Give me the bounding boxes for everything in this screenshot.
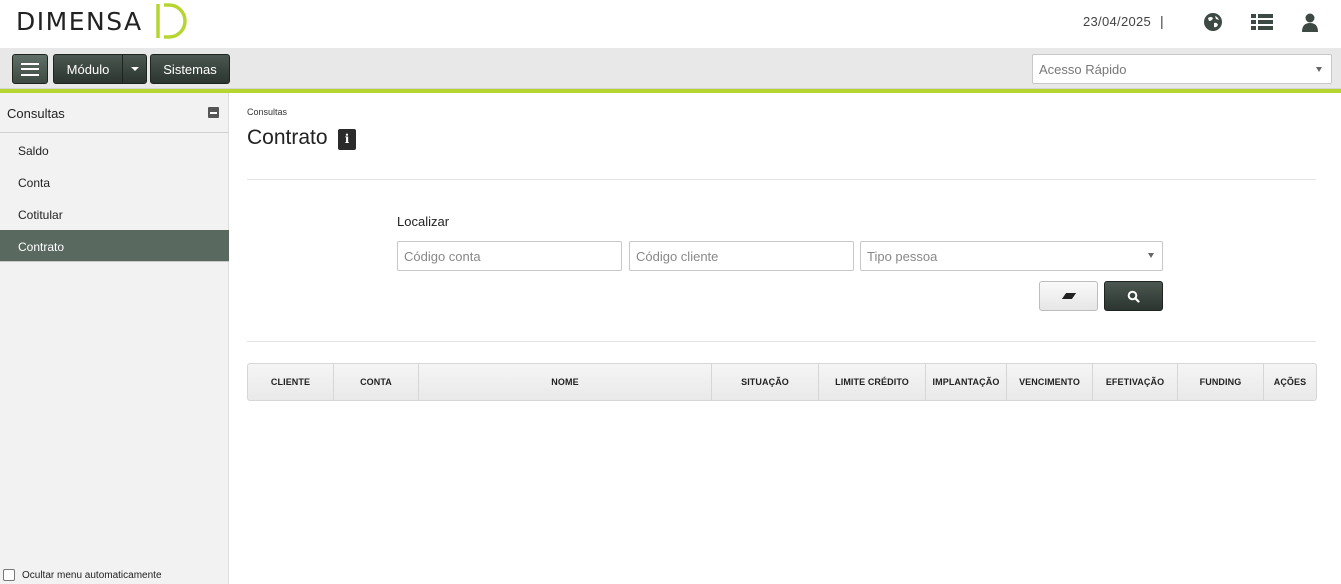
list-icon[interactable] [1251, 11, 1273, 33]
main-toolbar: Módulo Sistemas Acesso Rápido [0, 48, 1341, 89]
search-label: Localizar [397, 214, 450, 229]
hamburger-icon [21, 62, 39, 76]
header-separator: | [1160, 13, 1164, 29]
codigo-conta-input[interactable] [397, 241, 622, 271]
col-nome[interactable]: NOME [419, 364, 712, 400]
info-icon[interactable]: i [338, 129, 356, 150]
col-cliente[interactable]: CLIENTE [248, 364, 334, 400]
col-acoes: AÇÕES [1273, 377, 1307, 387]
current-date: 23/04/2025 [1083, 14, 1152, 29]
modulo-dropdown-button[interactable] [122, 54, 147, 84]
search-button[interactable] [1104, 281, 1163, 311]
col-funding[interactable]: FUNDING [1178, 364, 1264, 400]
tipo-pessoa-placeholder: Tipo pessoa [867, 249, 938, 264]
sistemas-button[interactable]: Sistemas [150, 54, 230, 84]
search-icon [1127, 290, 1140, 303]
dimensa-logo[interactable]: DIMENSA [16, 1, 191, 41]
col-situacao[interactable]: SITUAÇÃO [712, 364, 819, 400]
col-implantacao[interactable]: IMPLANTAÇÃO [926, 364, 1007, 400]
collapse-icon[interactable] [208, 107, 219, 118]
globe-icon[interactable] [1202, 11, 1224, 33]
breadcrumb[interactable]: Consultas [247, 107, 287, 117]
modulo-button[interactable]: Módulo [53, 54, 123, 84]
sidebar: Consultas Saldo Conta Cotitular Contrato… [0, 93, 229, 584]
caret-down-icon [130, 67, 139, 71]
divider [247, 341, 1316, 342]
quick-access-placeholder: Acesso Rápido [1039, 62, 1127, 77]
eraser-icon [1061, 293, 1076, 299]
page-title: Contrato [247, 126, 328, 149]
sidebar-header: Consultas [0, 93, 229, 133]
codigo-cliente-input[interactable] [629, 241, 854, 271]
user-icon[interactable] [1299, 11, 1321, 33]
tipo-pessoa-select[interactable]: Tipo pessoa [860, 241, 1163, 271]
col-vencimento[interactable]: VENCIMENTO [1007, 364, 1093, 400]
hide-menu-checkbox[interactable] [3, 569, 15, 581]
col-conta[interactable]: CONTA [334, 364, 419, 400]
logo-mark-icon [155, 3, 187, 39]
col-limite-credito[interactable]: LIMITE CRÉDITO [819, 364, 926, 400]
sidebar-item-cotitular[interactable]: Cotitular [0, 198, 229, 230]
col-efetivacao[interactable]: EFETIVAÇÃO [1093, 364, 1178, 400]
sidebar-title: Consultas [7, 106, 65, 121]
chevron-down-icon [1148, 253, 1154, 258]
menu-toggle-button[interactable] [12, 54, 48, 84]
divider [247, 179, 1316, 180]
top-header: DIMENSA 23/04/2025 | [0, 0, 1341, 48]
clear-button[interactable] [1039, 281, 1098, 311]
hide-menu-option: Ocultar menu automaticamente [3, 569, 162, 581]
sidebar-item-conta[interactable]: Conta [0, 166, 229, 198]
quick-access-select[interactable]: Acesso Rápido [1032, 54, 1332, 84]
sidebar-item-saldo[interactable]: Saldo [0, 134, 229, 166]
logo-text: DIMENSA [16, 6, 143, 36]
sidebar-item-contrato[interactable]: Contrato [0, 230, 229, 262]
contracts-table-header: CLIENTE CONTA NOME SITUAÇÃO LIMITE CRÉDI… [247, 363, 1317, 401]
chevron-down-icon [1316, 67, 1322, 72]
hide-menu-label: Ocultar menu automaticamente [22, 569, 162, 581]
